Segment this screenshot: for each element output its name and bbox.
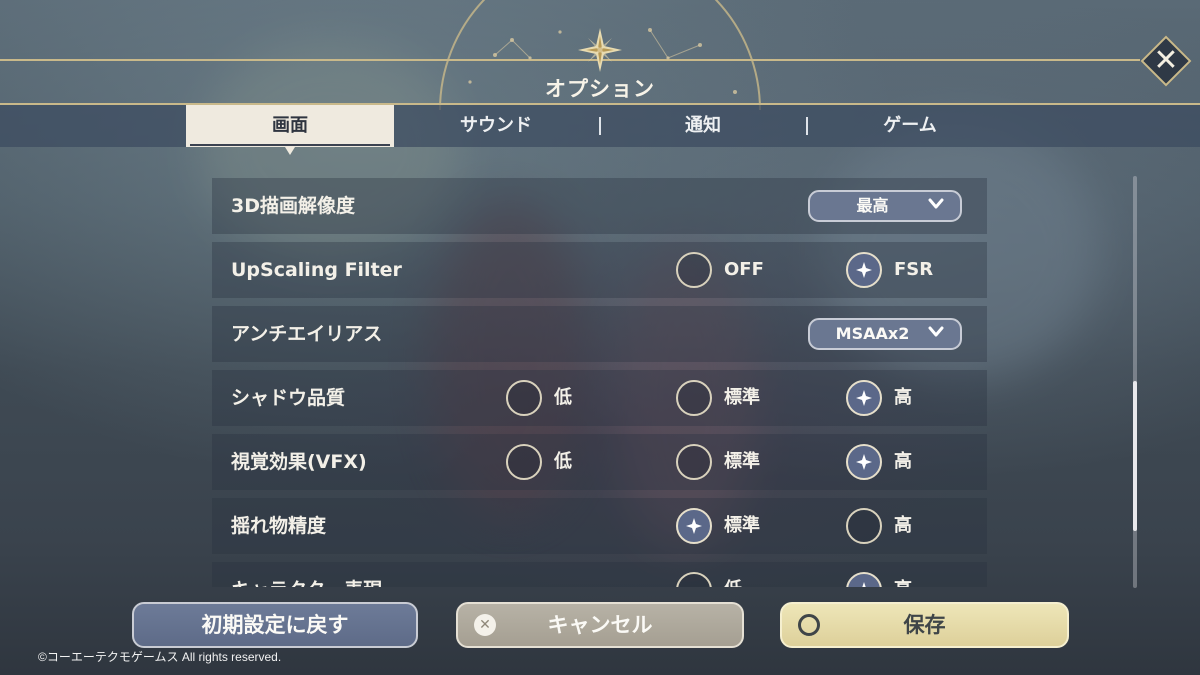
radio-button[interactable] [506,444,542,480]
setting-label: シャドウ品質 [231,387,346,409]
setting-label: キャラクター表現 [231,562,382,587]
tab-display[interactable]: 画面 [186,105,394,155]
x-button-icon: ✕ [474,614,496,636]
setting-row-upscaling: UpScaling Filter OFF FSR [212,242,987,298]
button-label: 初期設定に戻す [201,613,349,637]
setting-label: 揺れ物精度 [231,515,327,537]
option-label: 低 [554,387,572,408]
close-button[interactable]: ✕ [1140,35,1192,87]
radio-button[interactable] [846,508,882,544]
option-label: 低 [554,451,572,472]
tab-divider [599,117,601,135]
star-icon [856,454,872,470]
page-title: オプション [545,77,655,101]
option-label: 高 [894,451,912,472]
tab-sound[interactable]: サウンド [396,105,596,147]
tab-notification[interactable]: 通知 [603,105,803,147]
option-label: FSR [894,259,934,280]
radio-button-selected[interactable] [846,380,882,416]
radio-button[interactable] [676,572,712,587]
radio-button-selected[interactable] [846,444,882,480]
setting-row-sway: 揺れ物精度 標準 高 [212,498,987,554]
option-label: 高 [894,515,912,536]
button-label: 保存 [903,613,946,637]
save-button[interactable]: 保存 [780,602,1069,648]
setting-row-shadow: シャドウ品質 低 標準 高 [212,370,987,426]
tab-divider [806,117,808,135]
scrollbar[interactable] [1133,176,1137,588]
star-icon [862,582,866,587]
close-icon: ✕ [1153,43,1179,78]
chevron-down-icon [928,198,944,209]
option-label: 低 [724,572,742,587]
cancel-button[interactable]: ✕ キャンセル [456,602,744,648]
radio-button-selected[interactable] [846,572,882,587]
scrollbar-thumb[interactable] [1133,381,1137,531]
dropdown-value: 最高 [856,196,889,215]
dropdown-value: MSAAx2 [835,324,910,343]
setting-label: UpScaling Filter [231,259,402,281]
option-label: 高 [894,387,912,408]
radio-button[interactable] [676,444,712,480]
radio-button-selected[interactable] [676,508,712,544]
setting-label: 3D描画解像度 [231,195,355,217]
radio-button[interactable] [506,380,542,416]
circle-button-icon [798,614,820,636]
resolution-dropdown[interactable]: 最高 [808,190,962,222]
option-label: 標準 [724,451,760,472]
radio-button[interactable] [676,380,712,416]
setting-row-resolution: 3D描画解像度 最高 [212,178,987,234]
option-label: 高 [894,572,912,587]
star-icon [856,262,872,278]
option-label: 標準 [724,387,760,408]
radio-button-selected[interactable] [846,252,882,288]
option-label: OFF [724,259,764,280]
tab-game[interactable]: ゲーム [810,105,1010,147]
copyright-text: ©コーエーテクモゲームス All rights reserved. [38,650,282,664]
star-icon [686,518,702,534]
setting-row-antialias: アンチエイリアス MSAAx2 [212,306,987,362]
tab-active-underline [190,144,390,146]
setting-row-vfx: 視覚効果(VFX) 低 標準 高 [212,434,987,490]
radio-button[interactable] [676,252,712,288]
option-label: 標準 [724,515,760,536]
antialias-dropdown[interactable]: MSAAx2 [808,318,962,350]
compass-star-icon [578,28,622,72]
header-line-top [0,59,1140,61]
chevron-down-icon [928,326,944,337]
star-icon [856,390,872,406]
settings-list[interactable]: 3D描画解像度 最高 UpScaling Filter OFF FSR アンチエ… [212,175,987,587]
setting-label: アンチエイリアス [231,323,383,345]
setting-row-character: キャラクター表現 低 高 [212,562,987,587]
setting-label: 視覚効果(VFX) [231,451,367,473]
button-label: キャンセル [547,613,653,637]
reset-defaults-button[interactable]: 初期設定に戻す [132,602,418,648]
